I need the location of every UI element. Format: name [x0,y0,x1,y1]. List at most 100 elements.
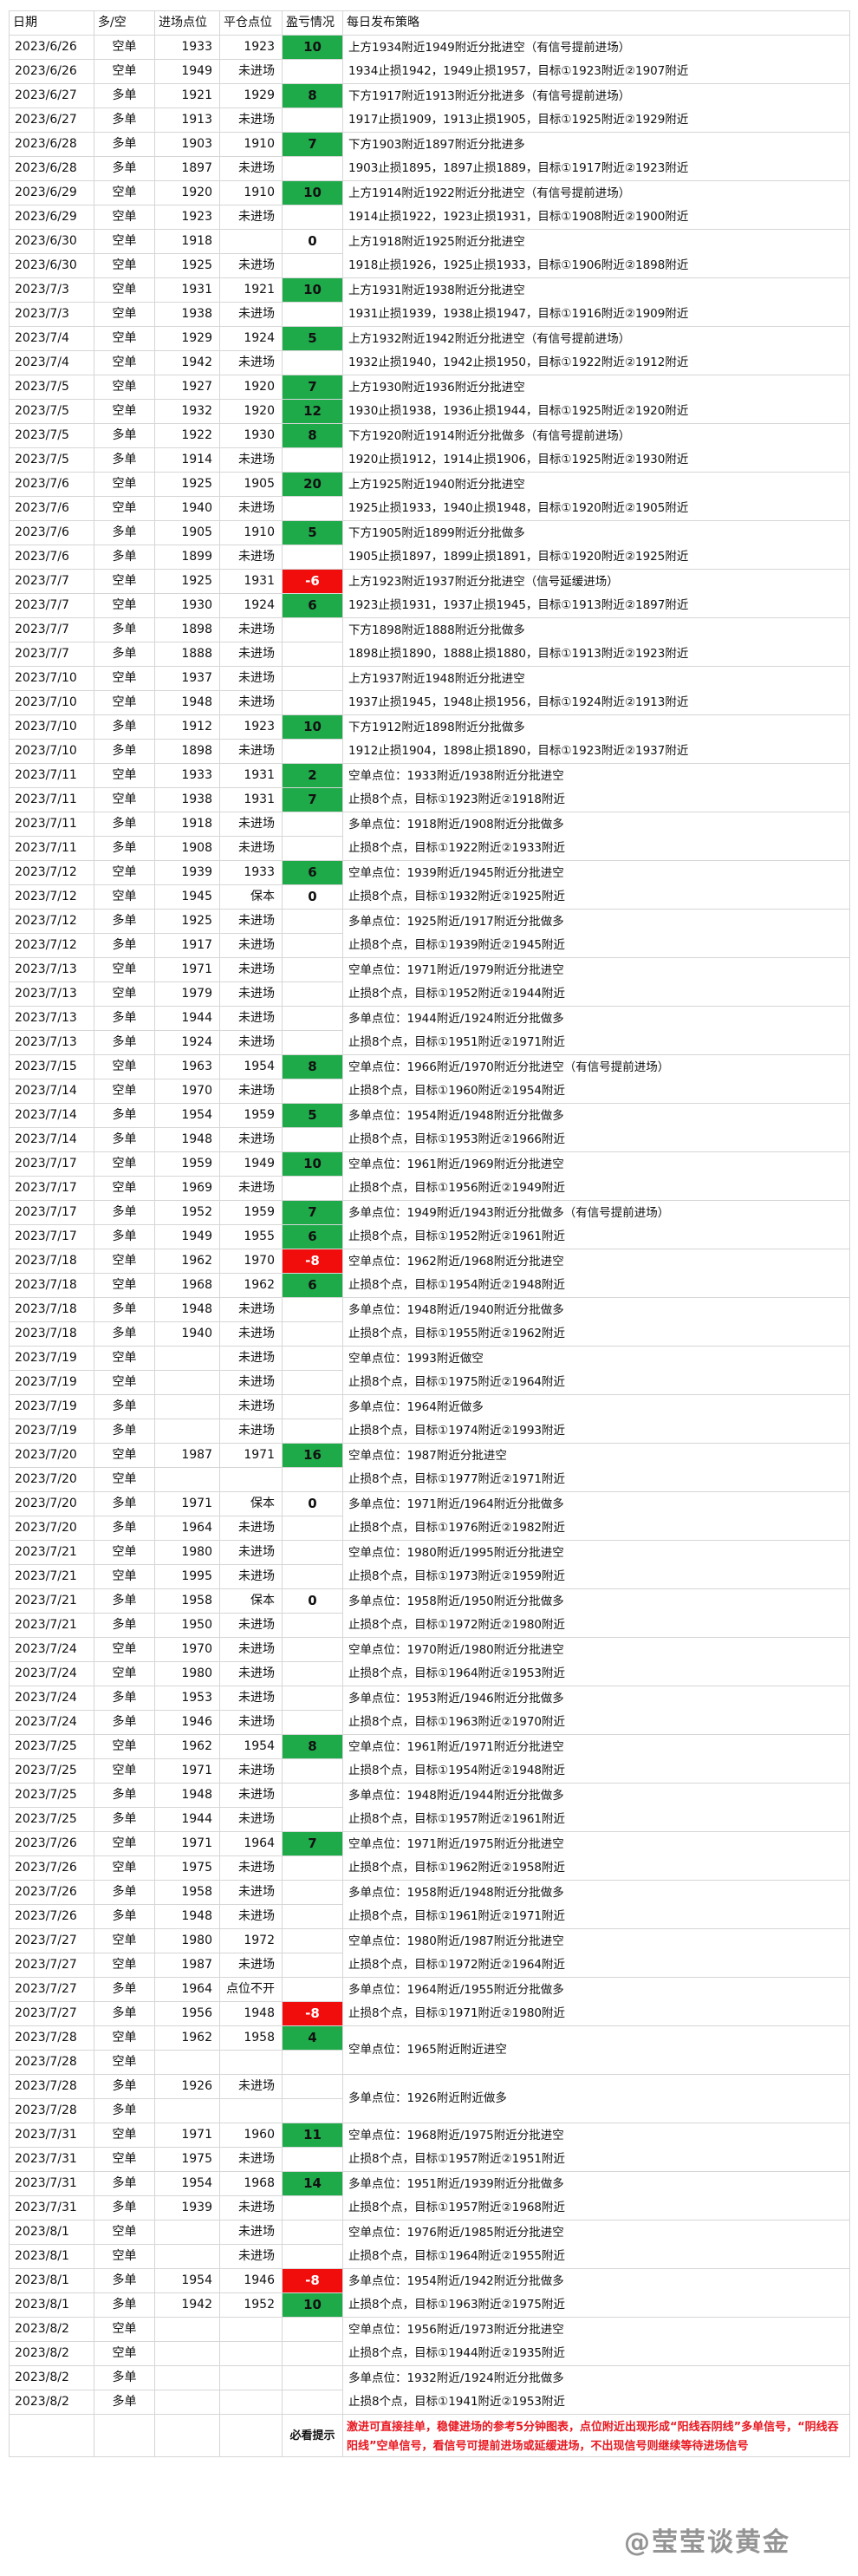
strategy-line: 空单点位：1971附近/1979附近分批进空 [348,962,564,977]
cell-entry-price [154,2244,220,2269]
cell-date: 2023/7/10 [9,739,94,764]
strategy-line: 1903止损1895，1897止损1889，目标①1917附近②1923附近 [348,160,689,175]
cell-direction: 空单 [94,1346,155,1371]
cell-date: 2023/7/19 [9,1394,94,1419]
cell-close-price: 1921 [219,277,283,303]
cell-pnl [282,1613,343,1638]
strategy-cell: 上方1930附近1936附近分批进空 1930止损1938，1936止损1944，… [342,375,850,424]
cell-entry-price [154,2365,220,2390]
cell-date: 2023/7/5 [9,399,94,424]
cell-direction: 多单 [94,836,155,861]
strategy-line: 上方1934附近1949附近分批进空（有信号提前进场） [348,40,631,55]
cell-close-price: 未进场 [219,1710,283,1735]
cell-pnl [282,1661,343,1686]
cell-entry-price: 1925 [154,253,220,278]
cell-pnl: 0 [282,884,343,910]
strategy-line: 上方1937附近1948附近分批进空 [348,671,525,686]
cell-entry-price: 1948 [154,1127,220,1152]
cell-pnl: 10 [282,277,343,303]
table-row: 2023/8/2 多单 多单点位：1932附近/1924附近分批做多 止损8个点，目标… [9,2365,850,2415]
cell-direction: 空单 [94,884,155,910]
table-row: 2023/7/12 多单 1925 未进场 多单点位：1925附近/1917附近分批做多… [9,909,850,958]
cell-direction: 多单 [94,714,155,740]
cell-pnl: 10 [282,1151,343,1177]
table-row: 2023/7/5 空单 1927 1920 7 上方1930附近1936附近分批进空 193… [9,375,850,424]
cell-date: 2023/7/11 [9,836,94,861]
cell-close-price: 1929 [219,83,283,108]
cell-pnl [282,2147,343,2172]
cell-direction: 多单 [94,2390,155,2415]
cell-direction: 多单 [94,812,155,837]
cell-close-price: 1920 [219,375,283,400]
cell-date: 2023/7/12 [9,860,94,885]
table-row: 2023/7/26 多单 1958 未进场 多单点位：1958附近/1948附近分批做多… [9,1880,850,1929]
cell-close-price: 未进场 [219,205,283,230]
cell-direction: 空单 [94,763,155,788]
strategy-cell: 上方1931附近1938附近分批进空 1931止损1939，1938止损1947，… [342,277,850,327]
cell-close-price: 未进场 [219,933,283,958]
cell-direction: 多单 [94,739,155,764]
cell-pnl [282,1127,343,1152]
table-row: 2023/8/1 空单 未进场 空单点位：1976附近/1985附近分批进空 止损8个点… [9,2220,850,2269]
cell-date: 2023/7/6 [9,472,94,497]
cell-close-price: 未进场 [219,1370,283,1395]
strategy-line: 空单点位：1976附近/1985附近分批进空 [348,2225,564,2240]
cell-date: 2023/7/24 [9,1637,94,1662]
empty-cell [9,2414,94,2457]
strategy-line: 空单点位：1961附近/1969附近分批进空 [348,1157,564,1171]
strategy-cell: 多单点位：1964附近/1955附近分批做多 止损8个点，目标①1971附近②19… [342,1977,850,2026]
cell-entry-price: 1958 [154,1588,220,1614]
cell-date: 2023/7/5 [9,375,94,400]
strategy-cell: 空单点位：1961附近/1969附近分批进空 止损8个点，目标①1956附近②19… [342,1151,850,1201]
cell-date: 2023/7/12 [9,933,94,958]
cell-pnl [282,2074,343,2099]
cell-pnl [282,1516,343,1541]
strategy-line: 多单点位：1964附近/1955附近分批做多 [348,1982,564,1997]
cell-pnl [282,933,343,958]
table-row: 2023/7/7 空单 1925 1931 -6 上方1923附近1937附近分批进空（信… [9,569,850,618]
strategy-line: 止损8个点，目标①1957附近②1968附近 [348,2200,566,2214]
cell-pnl [282,59,343,84]
strategy-line: 1918止损1926，1925止损1933，目标①1906附近②1898附近 [348,258,689,272]
cell-direction: 多单 [94,1613,155,1638]
cell-entry-price: 1942 [154,2292,220,2318]
strategy-line: 多单点位：1944附近/1924附近分批做多 [348,1011,564,1026]
cell-pnl: -8 [282,1249,343,1274]
strategy-line: 1914止损1922，1923止损1931，目标①1908附近②1900附近 [348,209,689,224]
cell-date: 2023/7/21 [9,1564,94,1589]
cell-pnl: -8 [282,2268,343,2293]
cell-direction: 空单 [94,2220,155,2245]
cell-date: 2023/8/1 [9,2244,94,2269]
table-row: 2023/7/6 多单 1905 1910 5 下方1905附近1899附近分批做多 190… [9,520,850,570]
strategy-line: 止损8个点，目标①1977附近②1971附近 [348,1471,566,1486]
cell-entry-price: 1971 [154,2123,220,2148]
strategy-line: 空单点位：1956附近/1973附近分批进空 [348,2322,564,2337]
cell-date: 2023/7/7 [9,617,94,642]
cell-close-price: 1962 [219,1273,283,1298]
strategy-cell: 多单点位：1944附近/1924附近分批做多 止损8个点，目标①1951附近②19… [342,1006,850,1055]
table-row: 2023/7/14 多单 1954 1959 5 多单点位：1954附近/1948附近分批… [9,1103,850,1152]
cell-entry-price: 1933 [154,763,220,788]
cell-pnl [282,1880,343,1905]
cell-close-price: 未进场 [219,1516,283,1541]
strategy-line: 下方1920附近1914附近分批做多（有信号提前进场） [348,428,631,443]
cell-direction: 空单 [94,787,155,812]
table-row: 2023/7/21 多单 1958 保本 0 多单点位：1958附近/1950附近分批做多… [9,1588,850,1638]
cell-date: 2023/7/28 [9,2025,94,2051]
strategy-cell: 多单点位：1954附近/1948附近分批做多 止损8个点，目标①1953附近②19… [342,1103,850,1152]
cell-date: 2023/7/31 [9,2123,94,2148]
cell-entry-price: 1903 [154,132,220,157]
cell-pnl: 7 [282,787,343,812]
strategy-cell: 空单点位：1961附近/1971附近分批进空 止损8个点，目标①1954附近②19… [342,1734,850,1784]
cell-date: 2023/7/12 [9,884,94,910]
cell-date: 2023/7/12 [9,909,94,934]
empty-cell [154,2414,220,2457]
cell-date: 2023/6/26 [9,35,94,60]
cell-direction: 空单 [94,399,155,424]
cell-pnl: 6 [282,860,343,885]
strategy-line: 止损8个点，目标①1922附近②1933附近 [348,840,566,855]
cell-pnl [282,812,343,837]
cell-entry-price: 1924 [154,1030,220,1055]
cell-close-price: 1910 [219,520,283,545]
strategy-line: 1925止损1933，1940止损1948，目标①1920附近②1905附近 [348,500,689,515]
